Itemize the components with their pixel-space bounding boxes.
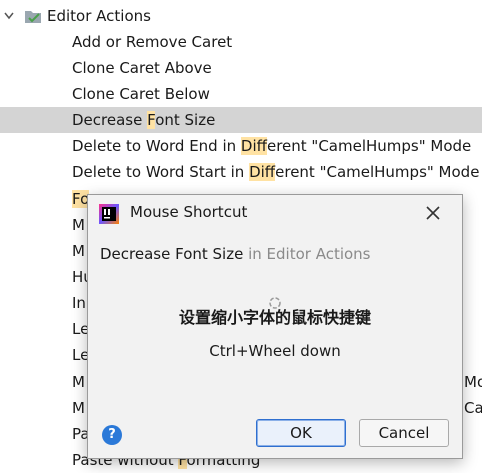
tree-item-clone-caret-below[interactable]: Clone Caret Below bbox=[0, 81, 482, 107]
chevron-down-icon[interactable] bbox=[2, 3, 16, 29]
tree-item-delete-word-end[interactable]: Delete to Word End in Different "CamelHu… bbox=[0, 133, 482, 159]
tree-item-label-fragment: M bbox=[72, 373, 85, 391]
label-text: Delete to Word End in bbox=[72, 137, 241, 155]
ok-button[interactable]: OK bbox=[256, 419, 346, 447]
tree-item-add-remove-caret[interactable]: Add or Remove Caret bbox=[0, 29, 482, 55]
help-icon[interactable]: ? bbox=[102, 425, 122, 445]
tree-item-decrease-font-size[interactable]: Decrease Font Size bbox=[0, 107, 482, 133]
search-match-highlight: Diff bbox=[249, 163, 276, 181]
tree-item-label: Clone Caret Above bbox=[72, 59, 212, 77]
label-text: erent "CamelHumps" Mode bbox=[266, 137, 472, 155]
cancel-button[interactable]: Cancel bbox=[359, 419, 449, 447]
dialog-title: Mouse Shortcut bbox=[130, 203, 248, 221]
tree-item-label: Delete to Word End in Different "CamelHu… bbox=[72, 133, 471, 159]
folder-icon bbox=[25, 11, 41, 23]
tree-item-label-fragment: Ca bbox=[464, 399, 482, 417]
tree-item-label-fragment: Mo bbox=[464, 373, 482, 391]
label-text: erent "CamelHumps" Mode bbox=[275, 163, 480, 181]
tree-item-label: Clone Caret Below bbox=[72, 85, 210, 103]
tree-item-delete-word-start[interactable]: Delete to Word Start in Different "Camel… bbox=[0, 159, 482, 185]
busy-cursor-icon bbox=[269, 297, 281, 309]
label-text: Delete to Word Start in bbox=[72, 163, 250, 181]
tree-item-label-fragment: M bbox=[72, 216, 85, 234]
action-name: Decrease Font Size bbox=[100, 245, 244, 263]
search-match-highlight: Diff bbox=[240, 137, 267, 155]
close-icon[interactable] bbox=[423, 203, 443, 223]
tree-group-label: Editor Actions bbox=[47, 7, 151, 25]
action-context: in Editor Actions bbox=[243, 245, 371, 263]
search-match-highlight: F bbox=[147, 111, 156, 129]
mouse-shortcut-dialog: Mouse Shortcut Decrease Font Size in Edi… bbox=[87, 194, 463, 459]
tree-item-clone-caret-above[interactable]: Clone Caret Above bbox=[0, 55, 482, 81]
tree-item-label: Delete to Word Start in Different "Camel… bbox=[72, 159, 479, 185]
tree-item-label-fragment: M bbox=[72, 399, 85, 417]
action-description: Decrease Font Size in Editor Actions bbox=[100, 245, 371, 263]
tree-item-label: Decrease Font Size bbox=[72, 107, 215, 133]
tree-group-editor-actions[interactable]: Editor Actions bbox=[0, 3, 482, 29]
tree-item-label: Add or Remove Caret bbox=[72, 33, 233, 51]
shortcut-value[interactable]: Ctrl+Wheel down bbox=[88, 342, 462, 360]
intellij-logo-icon bbox=[99, 204, 119, 224]
label-text: ont Size bbox=[155, 111, 216, 129]
tree-item-label-fragment: In bbox=[72, 294, 86, 312]
tree-item-label-fragment: M bbox=[72, 242, 85, 260]
label-text: Decrease bbox=[72, 111, 148, 129]
